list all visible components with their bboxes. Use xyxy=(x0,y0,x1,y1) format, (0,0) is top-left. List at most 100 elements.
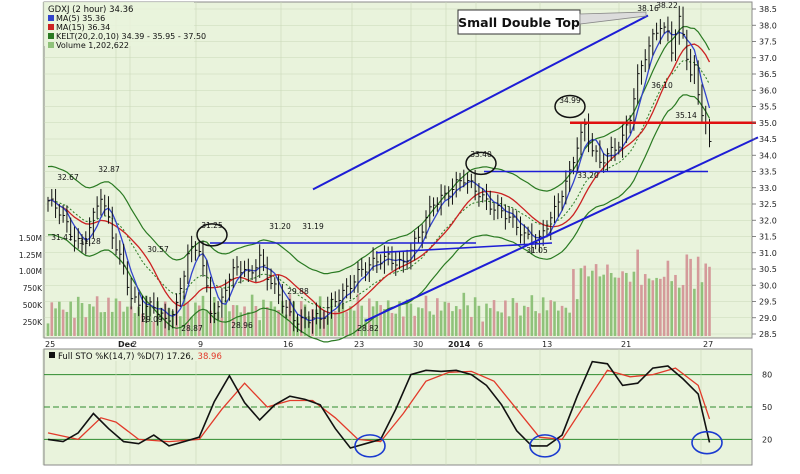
volume-bar xyxy=(99,312,103,336)
legend-volume: Volume 1,202,622 xyxy=(56,41,129,50)
price-tick-label: 30.0 xyxy=(759,281,777,290)
price-data-label: 34.99 xyxy=(559,96,581,105)
volume-bar xyxy=(485,303,488,336)
volume-tick-label: 1.00M xyxy=(19,267,42,276)
volume-bar xyxy=(481,321,484,336)
volume-bar xyxy=(428,311,432,336)
price-data-label: 31.19 xyxy=(302,222,324,231)
volume-tick-label: 500K xyxy=(23,301,43,310)
volume-bar xyxy=(640,284,643,336)
stochastic-tick-label: 50 xyxy=(762,403,772,412)
volume-bar xyxy=(65,311,69,336)
volume-bar xyxy=(107,297,110,336)
stochastic-tick-label: 80 xyxy=(762,371,772,380)
price-tick-label: 34.0 xyxy=(759,151,777,160)
volume-bar xyxy=(519,315,522,336)
volume-bar xyxy=(402,316,405,336)
volume-bar xyxy=(258,320,261,336)
volume-bar xyxy=(617,277,621,336)
stochastic-tick-label: 20 xyxy=(762,435,772,444)
volume-bar xyxy=(507,316,511,336)
price-data-label: 31.28 xyxy=(79,237,101,246)
price-tick-label: 37.0 xyxy=(759,54,777,63)
price-tick-label: 37.5 xyxy=(759,38,777,47)
annotation-text: Small Double Top xyxy=(458,15,580,30)
volume-bar xyxy=(500,312,503,336)
price-tick-label: 35.5 xyxy=(759,103,777,112)
volume-bar xyxy=(496,311,500,336)
legend-ma5: MA(5) 35.36 xyxy=(56,14,105,23)
volume-bar xyxy=(205,310,209,336)
volume-bar xyxy=(88,304,91,336)
volume-bar xyxy=(708,266,711,336)
date-tick-label: 13 xyxy=(542,340,552,349)
volume-bar xyxy=(696,256,700,336)
volume-bar xyxy=(129,306,133,336)
volume-bar xyxy=(594,264,598,336)
volume-bar xyxy=(451,311,454,336)
price-data-label: 33.20 xyxy=(577,171,599,180)
volume-bar xyxy=(504,300,507,336)
volume-bar xyxy=(439,310,443,336)
volume-bar xyxy=(579,268,583,336)
price-tick-label: 38.0 xyxy=(759,21,777,30)
date-tick-label: 2014 xyxy=(448,340,471,349)
date-tick-label: 21 xyxy=(621,340,631,349)
volume-bar xyxy=(492,300,496,336)
price-data-label: 33.40 xyxy=(470,150,492,159)
volume-bar xyxy=(643,274,647,336)
volume-tick-label: 750K xyxy=(23,284,43,293)
price-tick-label: 32.0 xyxy=(759,216,777,225)
volume-bar xyxy=(609,272,613,336)
volume-bar xyxy=(636,249,639,336)
volume-bar xyxy=(477,305,481,336)
volume-bar xyxy=(220,317,224,336)
price-data-label: 36.10 xyxy=(651,81,673,90)
volume-bar xyxy=(126,306,129,336)
price-data-label: 31.41 xyxy=(51,233,73,242)
volume-bar xyxy=(46,323,50,336)
price-data-label: 28.96 xyxy=(231,321,253,330)
volume-bar xyxy=(447,302,450,336)
legend-swatch-kelt xyxy=(48,33,54,39)
volume-bar xyxy=(564,307,568,336)
volume-bar xyxy=(394,313,398,336)
volume-bar xyxy=(613,277,617,336)
volume-bar xyxy=(224,300,227,336)
volume-bar xyxy=(69,301,72,336)
volume-bar xyxy=(598,276,602,336)
volume-bar xyxy=(670,281,673,336)
volume-bar xyxy=(390,312,394,336)
volume-bar xyxy=(84,317,88,336)
volume-bar xyxy=(76,296,80,336)
volume-bar xyxy=(458,309,462,336)
volume-bar xyxy=(534,311,537,336)
legend-swatch-ma15 xyxy=(48,24,54,30)
volume-bar xyxy=(674,274,677,336)
chart-stage: 32.67 32.87 31.41 31.28 30.57 29.09 28.87 31.25… xyxy=(0,0,800,470)
volume-bar xyxy=(349,306,352,336)
legend-swatch-volume xyxy=(48,42,54,48)
volume-bar xyxy=(689,258,692,336)
price-data-label: 29.09 xyxy=(141,315,163,324)
volume-bar xyxy=(655,277,658,336)
volume-bar xyxy=(662,276,666,336)
volume-bar xyxy=(265,307,269,336)
volume-bar xyxy=(386,300,390,336)
date-tick-label: 6 xyxy=(478,340,483,349)
stochastic-title-text: Full STO %K(14,7) %D(7) 17.26, 38.96 xyxy=(58,352,222,362)
volume-bar xyxy=(621,271,624,336)
volume-bar xyxy=(522,305,526,336)
volume-bar xyxy=(379,305,382,336)
volume-bar xyxy=(511,298,515,336)
volume-bar xyxy=(647,278,651,336)
price-tick-label: 31.5 xyxy=(759,233,777,242)
price-tick-label: 38.5 xyxy=(759,5,777,14)
volume-bar xyxy=(432,314,435,336)
volume-bar xyxy=(110,311,114,336)
volume-bar xyxy=(693,288,696,336)
volume-bar xyxy=(587,276,590,336)
volume-bar xyxy=(466,305,469,336)
price-data-label: 31.20 xyxy=(269,222,291,231)
volume-bar xyxy=(420,308,424,336)
